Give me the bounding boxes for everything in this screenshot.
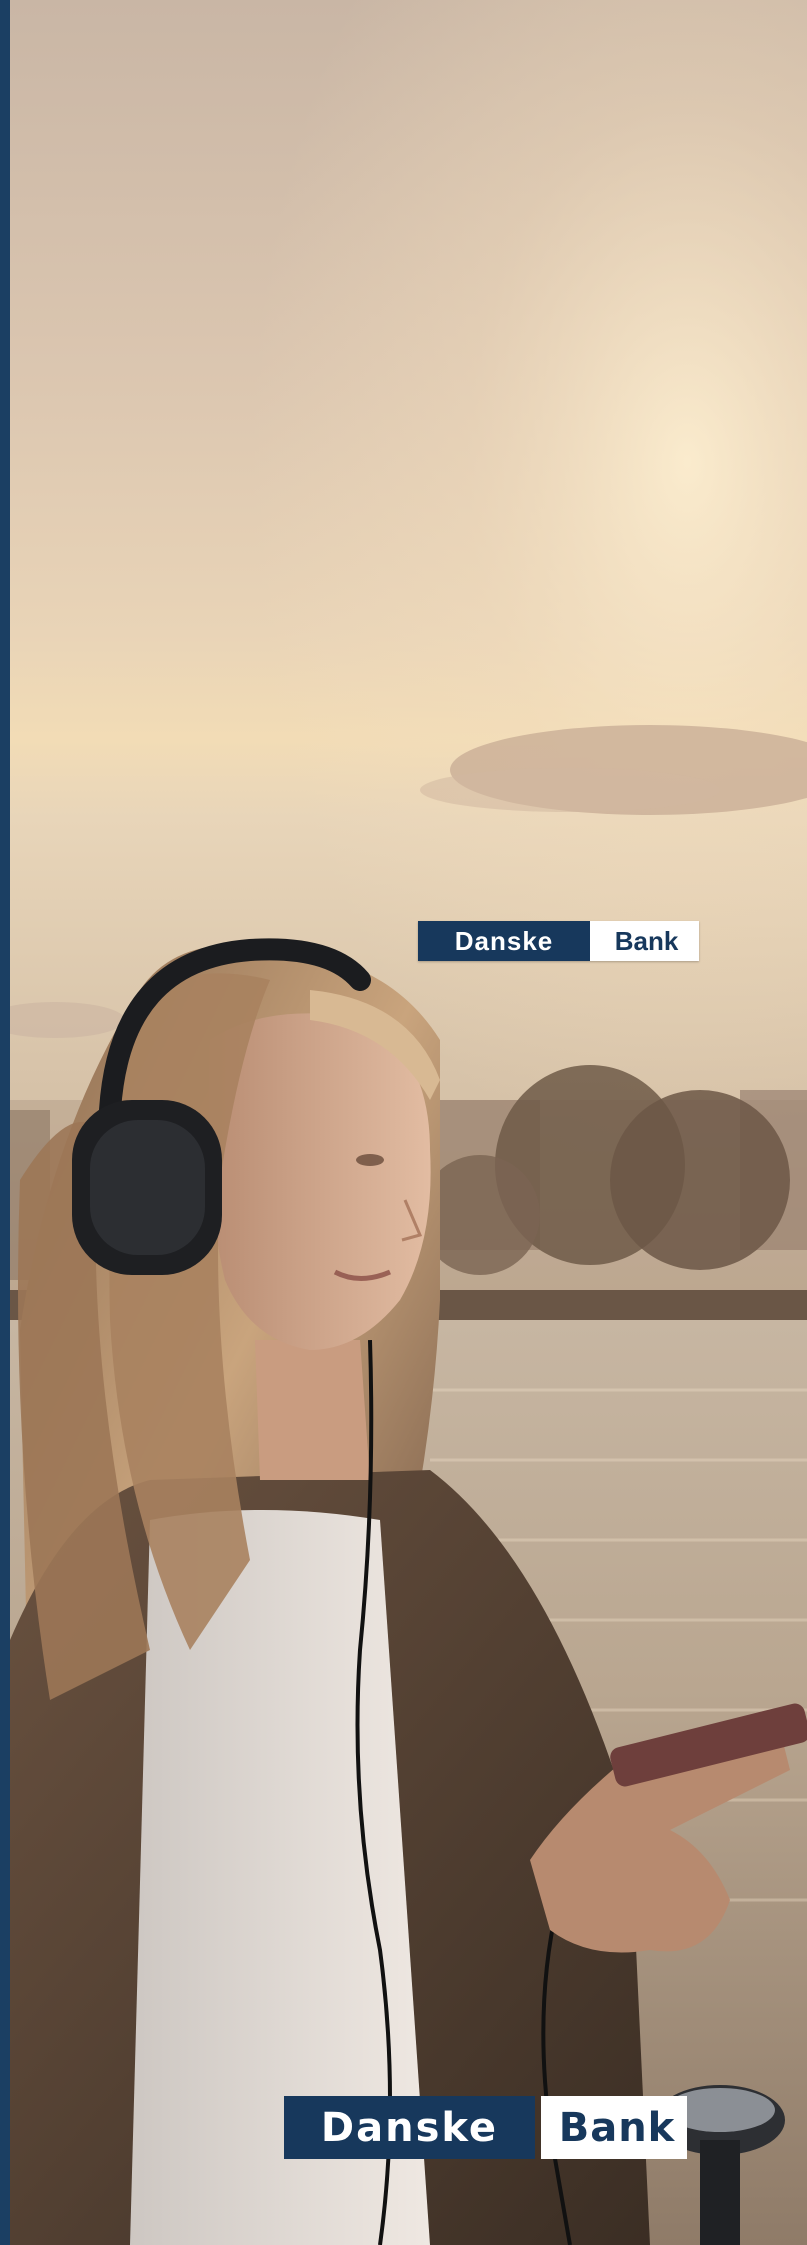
advertisement-page: Danske Bank Danske Bank <box>0 0 807 2245</box>
logo-text-bank: Bank <box>590 921 699 961</box>
logo-text-danske: Danske <box>418 921 590 961</box>
brand-logo-small: Danske Bank <box>418 921 699 961</box>
hero-photo <box>10 0 807 2245</box>
left-accent-stripe <box>0 0 10 2245</box>
logo-text-danske: Danske <box>284 2096 535 2159</box>
logo-text-bank: Bank <box>541 2096 687 2159</box>
brand-logo-large: Danske Bank <box>284 2096 687 2159</box>
